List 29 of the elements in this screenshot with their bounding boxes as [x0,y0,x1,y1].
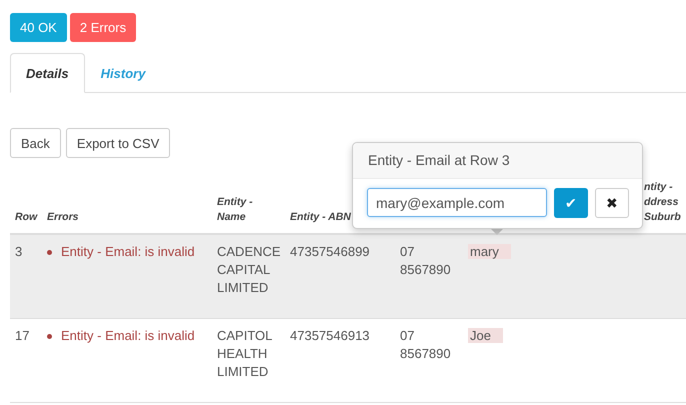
status-badge: 40 OK [10,13,67,42]
table-cell: 47357546913 [290,328,370,343]
column-header: Entity - ABN [290,211,351,223]
table-cell: 3 [15,244,22,259]
table-cell: CAPITOL HEALTH LIMITED [217,328,272,379]
column-header: Entity - Name [217,196,253,223]
column-header: Row [15,211,38,223]
popover-title: Entity - Email at Row 3 [368,152,510,168]
status-badge: 2 Errors [70,13,136,42]
table-cell: Joe [468,328,503,343]
tab[interactable]: Details [10,53,85,93]
table-cell: 47357546899 [290,244,370,259]
table-row[interactable]: 3 Entity - Email: is invalid CADENCE CAPITAL LIMITED 47357546899 07 8567890 mary [10,235,686,319]
table-row[interactable]: 17 Entity - Email: is invalid CAPITOL HEALTH LIMITED 47357546913 07 8567890 Joe [10,319,686,403]
action-button[interactable]: Back [10,128,61,158]
table-cell: 17 [15,328,30,343]
table-cell: 07 8567890 [400,244,451,277]
action-button[interactable]: Export to CSV [66,128,170,158]
column-header: Errors [47,211,79,223]
email-input[interactable]: mary@example.com [367,188,547,217]
bullet-icon [47,334,52,339]
error-message: Entity - Email: is invalid [61,327,195,345]
table-cell: mary [468,244,511,259]
table-cell: 07 8567890 [400,328,451,361]
error-message: Entity - Email: is invalid [61,243,195,261]
table-cell: CADENCE CAPITAL LIMITED [217,244,281,295]
bullet-icon [47,250,52,255]
column-header: ntity - ddress Suburb [644,181,681,223]
cancel-button[interactable]: ✖ [595,188,629,218]
